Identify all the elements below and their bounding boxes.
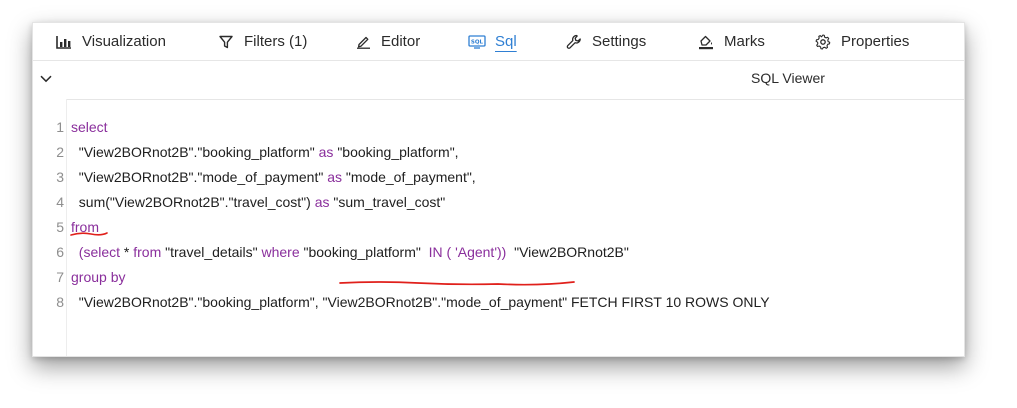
pencil-icon xyxy=(354,33,372,51)
sql-keyword: as xyxy=(314,194,330,210)
sql-token: "View2BORnot2B"."booking_platform" xyxy=(71,144,319,160)
sql-viewer-panel: Visualization Filters (1) Editor SQL Sql… xyxy=(32,22,965,357)
tab-bar: Visualization Filters (1) Editor SQL Sql… xyxy=(33,23,964,60)
sql-keyword: from xyxy=(133,244,162,260)
code-line: (select * from "travel_details" where "b… xyxy=(71,244,629,260)
line-number: 5 xyxy=(56,219,64,235)
sql-viewer-header: SQL Viewer xyxy=(33,60,964,100)
line-number: 4 xyxy=(56,194,64,210)
sql-token: "View2BORnot2B"."booking_platform", "Vie… xyxy=(71,294,770,310)
gear-icon xyxy=(814,33,832,51)
line-number: 7 xyxy=(56,269,64,285)
sql-token: * xyxy=(120,244,134,260)
line-number: 8 xyxy=(56,294,64,310)
sql-keyword: select xyxy=(71,119,108,135)
tab-sql[interactable]: SQL Sql xyxy=(468,23,517,60)
code-line: "View2BORnot2B"."booking_platform", "Vie… xyxy=(71,294,770,310)
filter-icon xyxy=(217,33,235,51)
tab-sql-label: Sql xyxy=(495,33,517,50)
code-line: "View2BORnot2B"."booking_platform" as "b… xyxy=(71,144,459,160)
tab-visualization[interactable]: Visualization xyxy=(55,23,166,60)
sql-icon: SQL xyxy=(468,33,486,51)
sql-keyword: IN ( 'Agent')) xyxy=(428,244,507,260)
sql-token: sum("View2BORnot2B"."travel_cost") xyxy=(71,194,315,210)
sql-keyword: as xyxy=(327,169,343,185)
line-number: 3 xyxy=(56,169,64,185)
tab-marks[interactable]: Marks xyxy=(697,23,765,60)
tab-settings[interactable]: Settings xyxy=(565,23,646,60)
code-line: sum("View2BORnot2B"."travel_cost") as "s… xyxy=(71,194,446,210)
code-line: "View2BORnot2B"."mode_of_payment" as "mo… xyxy=(71,169,476,185)
sql-keyword: group by xyxy=(71,269,126,285)
sql-token: "View2BORnot2B" xyxy=(506,244,629,260)
tab-properties[interactable]: Properties xyxy=(814,23,909,60)
sql-token: "booking_platform" xyxy=(299,244,429,260)
tab-settings-label: Settings xyxy=(592,33,647,50)
chevron-down-icon xyxy=(40,75,52,83)
tab-editor[interactable]: Editor xyxy=(354,23,420,60)
sql-keyword: as xyxy=(318,144,334,160)
paint-bucket-icon xyxy=(697,33,715,51)
sql-token: "sum_travel_cost" xyxy=(329,194,446,210)
tab-editor-label: Editor xyxy=(381,33,421,50)
sql-token: "booking_platform", xyxy=(333,144,459,160)
code-line: from xyxy=(71,219,99,235)
line-number-gutter: 1 2 3 4 5 6 7 8 xyxy=(33,99,67,356)
sql-code-editor[interactable]: 1 2 3 4 5 6 7 8 select "View2BORnot2B"."booking… xyxy=(33,99,964,356)
sql-token: "View2BORnot2B"."mode_of_payment" xyxy=(71,169,328,185)
annotation-underline-where-clause xyxy=(339,281,575,286)
line-number: 2 xyxy=(56,144,64,160)
sql-token: "mode_of_payment", xyxy=(342,169,476,185)
svg-text:SQL: SQL xyxy=(471,39,484,45)
sql-keyword: from xyxy=(71,219,99,235)
tab-filters[interactable]: Filters (1) xyxy=(217,23,307,60)
tab-marks-label: Marks xyxy=(724,33,765,50)
line-number: 6 xyxy=(56,244,64,260)
tab-filters-label: Filters (1) xyxy=(244,33,308,50)
collapse-button[interactable] xyxy=(36,69,56,89)
code-line: group by xyxy=(71,269,125,285)
sql-token: "travel_details" xyxy=(161,244,262,260)
tab-visualization-label: Visualization xyxy=(82,33,166,50)
sql-keyword: (select xyxy=(71,244,121,260)
bar-chart-icon xyxy=(55,33,73,51)
sql-viewer-title: SQL Viewer xyxy=(751,70,825,86)
line-number: 1 xyxy=(56,119,64,135)
tab-properties-label: Properties xyxy=(841,33,910,50)
code-line: select xyxy=(71,119,108,135)
wrench-icon xyxy=(565,33,583,51)
sql-keyword: where xyxy=(261,244,300,260)
